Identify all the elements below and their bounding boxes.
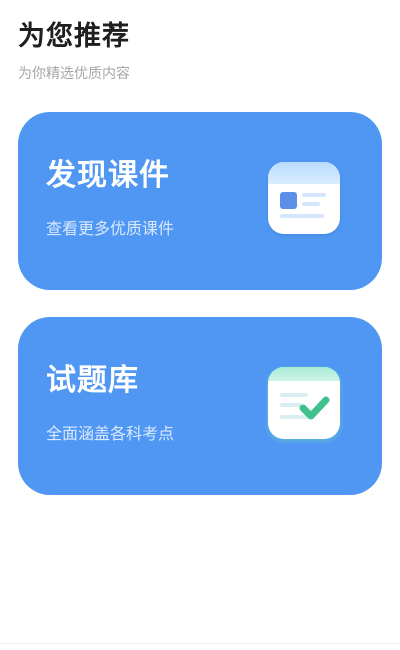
page-title: 为您推荐 — [18, 21, 130, 52]
card-description: 查看更多优质课件 — [46, 219, 175, 238]
page-subtitle: 为你精选优质内容 — [18, 66, 130, 82]
question-bank-card[interactable]: 试题库 全面涵盖各科考点 — [18, 317, 382, 495]
discover-courseware-card[interactable]: 发现课件 查看更多优质课件 — [18, 112, 382, 290]
bottom-divider — [0, 643, 400, 644]
question-bank-icon — [268, 367, 340, 439]
courseware-icon — [268, 162, 340, 234]
card-description: 全面涵盖各科考点 — [46, 424, 175, 443]
card-title: 发现课件 — [46, 158, 170, 193]
card-title: 试题库 — [46, 363, 139, 398]
recommend-header: 为您推荐 为你精选优质内容 — [18, 18, 130, 84]
